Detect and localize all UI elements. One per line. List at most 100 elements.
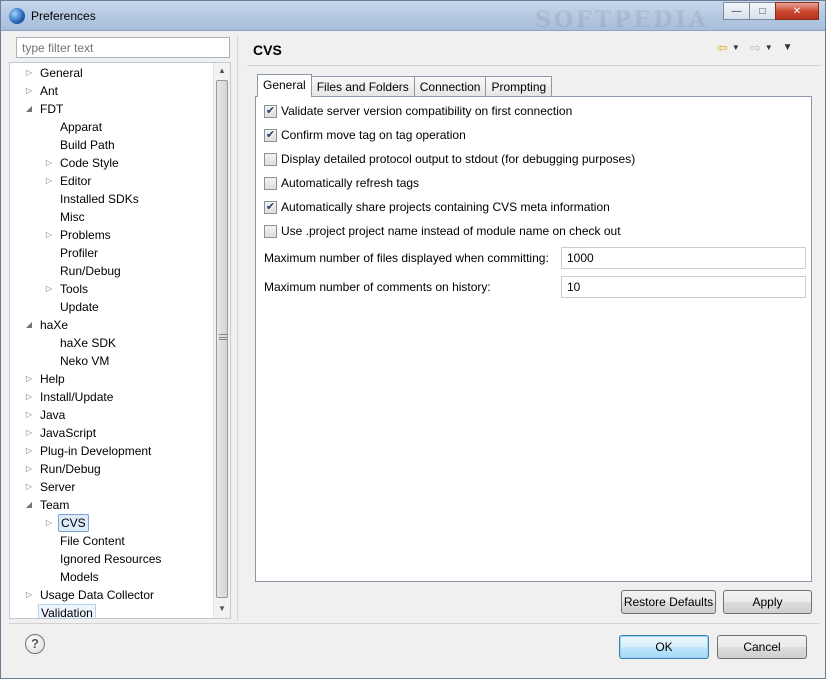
- expanded-twisty-icon[interactable]: ◢: [24, 496, 34, 514]
- tree-item-run-debug[interactable]: ▷ Run/Debug: [10, 460, 213, 478]
- page-title: CVS: [253, 42, 282, 58]
- filter-input[interactable]: [16, 37, 230, 58]
- view-menu-icon[interactable]: ▼: [783, 40, 793, 56]
- title-bar[interactable]: Preferences SOFTPEDIA — □ ✕: [1, 1, 825, 33]
- tree-item-update[interactable]: Update: [10, 298, 213, 316]
- tree-item-profiler[interactable]: Profiler: [10, 244, 213, 262]
- tree-item-label: Models: [60, 570, 99, 584]
- max-comments-input[interactable]: 10: [561, 276, 806, 298]
- scroll-up-icon[interactable]: ▲: [214, 63, 230, 79]
- tree-scrollbar[interactable]: ▲ ▼: [213, 63, 230, 618]
- tree-item-label: Ant: [40, 84, 59, 98]
- back-dropdown-icon[interactable]: ▼: [732, 40, 740, 56]
- collapsed-twisty-icon[interactable]: ▷: [44, 280, 54, 298]
- tree-item-label: Apparat: [60, 120, 103, 134]
- tree-item-label: Neko VM: [60, 354, 110, 368]
- collapsed-twisty-icon[interactable]: ▷: [24, 370, 34, 388]
- option-row[interactable]: ✔ Validate server version compatibility o…: [264, 103, 572, 119]
- tree-item-fdt[interactable]: ◢ FDT: [10, 100, 213, 118]
- option-row[interactable]: Use .project project name instead of mod…: [264, 223, 621, 239]
- tree-item-install-update[interactable]: ▷ Install/Update: [10, 388, 213, 406]
- tree-item-code-style[interactable]: ▷ Code Style: [10, 154, 213, 172]
- collapsed-twisty-icon[interactable]: ▷: [24, 586, 34, 604]
- collapsed-twisty-icon[interactable]: ▷: [24, 388, 34, 406]
- tree-item-editor[interactable]: ▷ Editor: [10, 172, 213, 190]
- tree-item-general[interactable]: ▷ General: [10, 64, 213, 82]
- tree-item-usage-data-collector[interactable]: ▷ Usage Data Collector: [10, 586, 213, 604]
- tree-item-ignored-resources[interactable]: Ignored Resources: [10, 550, 213, 568]
- tree-item-neko-vm[interactable]: Neko VM: [10, 352, 213, 370]
- maximize-button[interactable]: □: [749, 2, 776, 20]
- collapsed-twisty-icon[interactable]: ▷: [24, 478, 34, 496]
- option-row[interactable]: ✔ Automatically share projects containing…: [264, 199, 610, 215]
- scroll-thumb[interactable]: [216, 80, 228, 598]
- expanded-twisty-icon[interactable]: ◢: [24, 100, 34, 118]
- cancel-button[interactable]: Cancel: [717, 635, 807, 659]
- tree-item-tools[interactable]: ▷ Tools: [10, 280, 213, 298]
- preferences-window: Preferences SOFTPEDIA — □ ✕ ▲ ▼ ▷ General…: [0, 0, 826, 679]
- unchecked-checkbox[interactable]: [264, 176, 277, 190]
- checked-checkbox[interactable]: ✔: [264, 104, 277, 118]
- minimize-button[interactable]: —: [723, 2, 750, 20]
- option-row[interactable]: Automatically refresh tags: [264, 175, 419, 191]
- tree-item-team[interactable]: ◢ Team: [10, 496, 213, 514]
- tree-item-misc[interactable]: Misc: [10, 208, 213, 226]
- tree-item-help[interactable]: ▷ Help: [10, 370, 213, 388]
- option-label: Automatically share projects containing …: [281, 200, 610, 214]
- option-row[interactable]: Display detailed protocol output to stdo…: [264, 151, 635, 167]
- ok-button[interactable]: OK: [619, 635, 709, 659]
- tab-general[interactable]: General: [257, 74, 312, 97]
- tree-item-label: haXe SDK: [60, 336, 117, 350]
- tree-item-models[interactable]: Models: [10, 568, 213, 586]
- restore-defaults-button[interactable]: Restore Defaults: [621, 590, 716, 614]
- unchecked-checkbox[interactable]: [264, 152, 277, 166]
- collapsed-twisty-icon[interactable]: ▷: [44, 226, 54, 244]
- tree-item-problems[interactable]: ▷ Problems: [10, 226, 213, 244]
- help-icon[interactable]: ?: [25, 634, 45, 654]
- max-files-input[interactable]: 1000: [561, 247, 806, 269]
- tree-item-build-path[interactable]: Build Path: [10, 136, 213, 154]
- tree-item-ant[interactable]: ▷ Ant: [10, 82, 213, 100]
- tree-item-label: CVS: [58, 514, 89, 532]
- option-row[interactable]: ✔ Confirm move tag on tag operation: [264, 127, 466, 143]
- forward-arrow-icon[interactable]: ⇨: [750, 40, 761, 56]
- tree-item-haxe[interactable]: ◢ haXe: [10, 316, 213, 334]
- tree-item-file-content[interactable]: File Content: [10, 532, 213, 550]
- tree-item-label: Server: [40, 480, 76, 494]
- title-separator: [247, 65, 821, 66]
- splitter-sash[interactable]: [237, 35, 239, 621]
- forward-dropdown-icon[interactable]: ▼: [765, 40, 773, 56]
- collapsed-twisty-icon[interactable]: ▷: [24, 442, 34, 460]
- tree-item-haxe-sdk[interactable]: haXe SDK: [10, 334, 213, 352]
- scroll-down-icon[interactable]: ▼: [214, 601, 230, 617]
- collapsed-twisty-icon[interactable]: ▷: [24, 424, 34, 442]
- tree-item-run-debug[interactable]: Run/Debug: [10, 262, 213, 280]
- checked-checkbox[interactable]: ✔: [264, 128, 277, 142]
- tab-connection[interactable]: Connection: [413, 76, 487, 97]
- tree-item-java[interactable]: ▷ Java: [10, 406, 213, 424]
- close-button[interactable]: ✕: [775, 2, 819, 20]
- tree-item-validation[interactable]: Validation: [10, 604, 213, 618]
- tree-item-installed-sdks[interactable]: Installed SDKs: [10, 190, 213, 208]
- tab-files-and-folders[interactable]: Files and Folders: [310, 76, 415, 97]
- collapsed-twisty-icon[interactable]: ▷: [24, 64, 34, 82]
- unchecked-checkbox[interactable]: [264, 224, 277, 238]
- tree-item-javascript[interactable]: ▷ JavaScript: [10, 424, 213, 442]
- checked-checkbox[interactable]: ✔: [264, 200, 277, 214]
- collapsed-twisty-icon[interactable]: ▷: [24, 460, 34, 478]
- tree-item-cvs[interactable]: ▷ CVS: [10, 514, 213, 532]
- tab-prompting[interactable]: Prompting: [485, 76, 553, 97]
- tree-item-plug-in-development[interactable]: ▷ Plug-in Development: [10, 442, 213, 460]
- collapsed-twisty-icon[interactable]: ▷: [24, 82, 34, 100]
- expanded-twisty-icon[interactable]: ◢: [24, 316, 34, 334]
- apply-button[interactable]: Apply: [723, 590, 812, 614]
- collapsed-twisty-icon[interactable]: ▷: [24, 406, 34, 424]
- tree-item-server[interactable]: ▷ Server: [10, 478, 213, 496]
- tree-item-label: Tools: [60, 282, 89, 296]
- back-arrow-icon[interactable]: ⇦: [717, 40, 728, 56]
- collapsed-twisty-icon[interactable]: ▷: [44, 172, 54, 190]
- collapsed-twisty-icon[interactable]: ▷: [44, 514, 54, 532]
- preference-tree: ▲ ▼ ▷ General ▷ Ant ◢ FDT Apparat Build Path ▷ Co…: [9, 62, 231, 619]
- tree-item-apparat[interactable]: Apparat: [10, 118, 213, 136]
- collapsed-twisty-icon[interactable]: ▷: [44, 154, 54, 172]
